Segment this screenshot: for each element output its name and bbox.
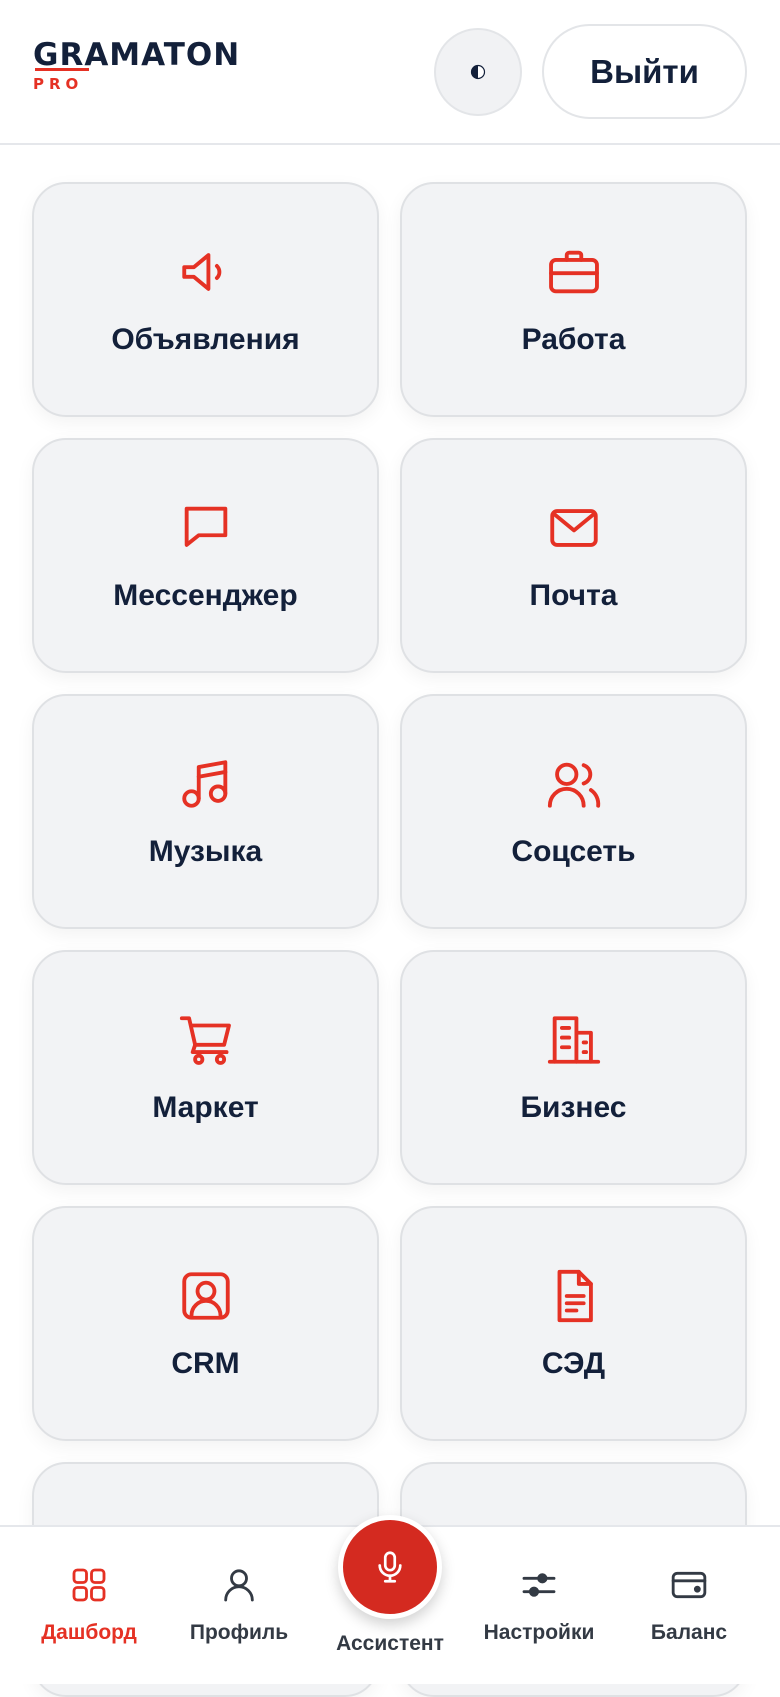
music-note-icon [181,759,227,808]
nav-balance[interactable]: Баланс [614,1565,764,1645]
tile-label: CRM [171,1346,240,1380]
grid-icon [72,1568,106,1602]
tile-label: Маркет [152,1090,259,1124]
tile-label: Почта [529,578,618,612]
app-header: GRAMATON PRO Выйти [0,0,780,145]
mail-icon [549,508,598,547]
buildings-icon [547,1015,600,1064]
tile-announcements[interactable]: Объявления [32,182,379,417]
nav-settings[interactable]: Настройки [464,1565,614,1645]
nav-assistant-label[interactable]: Ассистент [310,1632,470,1656]
contact-card-icon [181,1271,230,1320]
logo-subtext: PRO [33,75,84,93]
nav-label: Дашборд [41,1621,137,1644]
tile-mail[interactable]: Почта [400,438,747,673]
tile-label: Мессенджер [113,578,298,612]
tile-label: Работа [521,322,626,356]
dashboard-grid: Объявления Работа Мессенджер Почта Музык… [32,182,747,1697]
users-icon [547,762,600,808]
nav-dashboard[interactable]: Дашборд [14,1565,164,1645]
tile-business[interactable]: Бизнес [400,950,747,1185]
tile-work[interactable]: Работа [400,182,747,417]
wallet-icon [671,1571,707,1599]
tile-label: Соцсеть [511,834,636,868]
user-icon [224,1569,254,1602]
chat-bubble-icon [184,506,227,547]
megaphone-icon [181,252,221,291]
logo-text: GRAMATON [33,37,241,73]
nav-label: Настройки [483,1621,595,1644]
half-circle-icon [470,64,486,80]
shopping-cart-icon [179,1015,231,1065]
nav-label: Профиль [189,1621,289,1644]
sliders-icon [522,1573,556,1597]
tile-edms[interactable]: СЭД [400,1206,747,1441]
tile-label: СЭД [541,1346,606,1380]
tile-social[interactable]: Соцсеть [400,694,747,929]
briefcase-icon [548,250,599,293]
logout-button[interactable]: Выйти [542,24,747,119]
theme-toggle-button[interactable] [434,28,522,116]
microphone-icon [378,1551,402,1583]
nav-label: Баланс [650,1621,728,1644]
tile-music[interactable]: Музыка [32,694,379,929]
tile-messenger[interactable]: Мессенджер [32,438,379,673]
tile-label: Объявления [111,322,300,356]
gramaton-logo[interactable]: GRAMATON PRO [33,38,240,92]
tile-label: Бизнес [520,1090,627,1124]
assistant-mic-button[interactable] [338,1515,442,1619]
nav-profile[interactable]: Профиль [164,1565,314,1645]
tile-label: Музыка [148,834,263,868]
logo-underline [35,68,89,71]
tile-crm[interactable]: CRM [32,1206,379,1441]
tile-market[interactable]: Маркет [32,950,379,1185]
document-icon [557,1269,593,1322]
